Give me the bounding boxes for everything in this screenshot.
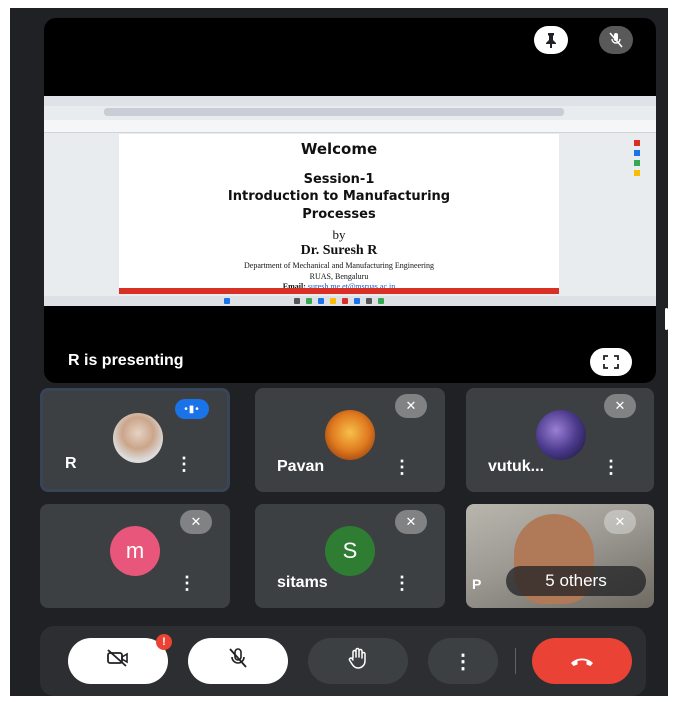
more-vert-icon[interactable]: ⋮ xyxy=(175,454,193,475)
participant-tile-vutuk[interactable]: ✕ vutuk... ⋮ xyxy=(466,388,654,492)
more-vert-icon[interactable]: ⋮ xyxy=(393,457,411,478)
avatar xyxy=(536,410,586,460)
participant-tile-m[interactable]: ✕ m ⋮ xyxy=(40,504,230,608)
participant-tile-r[interactable]: •▮• R ⋮ xyxy=(40,388,230,492)
mic-off-icon: ✕ xyxy=(604,394,636,418)
camera-toggle-button[interactable]: ! xyxy=(68,634,172,684)
browser-tab-bar xyxy=(44,96,656,106)
mic-off-icon xyxy=(229,648,247,674)
slide-footer-bar xyxy=(119,288,559,294)
app-ribbon xyxy=(44,120,656,133)
raise-hand-button[interactable] xyxy=(308,638,408,684)
mic-toggle-button[interactable] xyxy=(188,638,288,684)
participant-name: R xyxy=(65,455,77,472)
divider xyxy=(515,648,516,674)
participant-tile-sitams[interactable]: ✕ S sitams ⋮ xyxy=(255,504,445,608)
avatar-letter: S xyxy=(325,526,375,576)
more-vert-icon[interactable]: ⋮ xyxy=(602,457,620,478)
slide: Welcome Session-1 Introduction to Manufa… xyxy=(119,134,559,294)
meeting-app: Welcome Session-1 Introduction to Manufa… xyxy=(10,8,668,696)
pin-icon[interactable] xyxy=(534,26,568,54)
participant-tile-others[interactable]: ✕ P 5 others xyxy=(466,504,654,608)
fullscreen-icon[interactable] xyxy=(590,348,632,376)
participant-name: Pavan xyxy=(277,458,325,475)
app-side-toolbar xyxy=(634,136,644,216)
participant-name: P xyxy=(472,576,482,592)
more-vert-icon[interactable]: ⋮ xyxy=(393,573,411,594)
participant-tile-pavan[interactable]: ✕ Pavan ⋮ xyxy=(255,388,445,492)
slide-session: Session-1 xyxy=(303,172,375,187)
participant-name: vutuk... xyxy=(488,458,545,475)
slide-welcome: Welcome xyxy=(300,140,378,158)
more-vert-icon: ⋮ xyxy=(453,650,473,673)
presenting-label: R is presenting xyxy=(68,352,184,369)
slide-presenter: Dr. Suresh R xyxy=(300,243,378,258)
presentation-stage[interactable]: Welcome Session-1 Introduction to Manufa… xyxy=(44,18,656,383)
shared-screen: Welcome Session-1 Introduction to Manufa… xyxy=(44,96,656,306)
slide-institution: RUAS, Bengaluru xyxy=(309,272,369,281)
end-call-button[interactable] xyxy=(532,638,632,684)
mic-off-icon: ✕ xyxy=(180,510,212,534)
browser-address-bar xyxy=(104,108,564,116)
call-controls-bar: ! ⋮ xyxy=(40,626,646,696)
slide-title-line1: Introduction to Manufacturing xyxy=(227,189,451,204)
participant-name: sitams xyxy=(277,574,328,591)
more-options-button[interactable]: ⋮ xyxy=(428,638,498,684)
mic-off-icon xyxy=(599,26,633,54)
others-count-badge[interactable]: 5 others xyxy=(506,566,646,596)
mic-off-icon: ✕ xyxy=(395,394,427,418)
avatar xyxy=(113,413,163,463)
camera-alert-badge: ! xyxy=(156,634,172,650)
avatar xyxy=(325,410,375,460)
end-call-icon xyxy=(569,650,595,673)
slide-department: Department of Mechanical and Manufacturi… xyxy=(244,261,434,270)
more-vert-icon[interactable]: ⋮ xyxy=(178,573,196,594)
slide-title-line2: Processes xyxy=(302,207,376,222)
scrollbar-thumb[interactable] xyxy=(665,308,668,330)
camera-off-icon xyxy=(106,649,130,673)
avatar-letter: m xyxy=(110,526,160,576)
slide-by: by xyxy=(332,227,346,242)
os-taskbar xyxy=(44,296,656,306)
speaking-indicator-icon: •▮• xyxy=(175,399,209,419)
raise-hand-icon xyxy=(347,647,369,675)
mic-off-icon: ✕ xyxy=(395,510,427,534)
mic-off-icon: ✕ xyxy=(604,510,636,534)
